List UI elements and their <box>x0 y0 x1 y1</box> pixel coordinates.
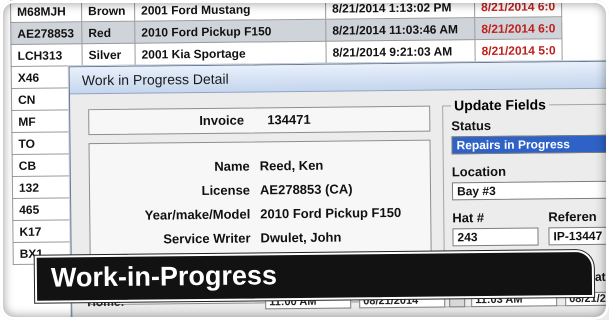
caption-text: Work-in-Progress <box>50 260 278 293</box>
reference-field[interactable]: IP-13447 <box>548 226 609 246</box>
hat-label: Hat # <box>452 210 485 226</box>
license-value: AE278853 (CA) <box>259 181 353 198</box>
tilted-content: M68MJH Brown 2001 Ford Mustang 8/21/2014 1:… <box>10 0 609 320</box>
date-out-cell: 8/21/2014 6:0 <box>474 0 562 18</box>
invoice-label: Invoice <box>199 112 245 129</box>
hat-field[interactable]: 243 <box>452 227 539 247</box>
license-label: License <box>201 182 251 199</box>
year-make-model-value: 2010 Ford Pickup F150 <box>260 204 402 222</box>
plate-cell: AE278853 <box>10 21 82 45</box>
vehicle-cell: 2001 Ford Mustang <box>134 0 326 22</box>
name-value: Reed, Ken <box>259 157 324 174</box>
year-make-model-label: Year/make/Model <box>144 206 251 223</box>
caption-banner: Work-in-Progress <box>34 249 595 303</box>
service-writer-label: Service Writer <box>163 230 251 247</box>
color-cell: Silver <box>81 43 136 66</box>
update-fields-title: Update Fields <box>451 96 550 114</box>
service-writer-value: Dwulet, John <box>260 229 342 246</box>
location-label: Location <box>451 163 507 180</box>
dialog-titlebar[interactable]: Work in Progress Detail <box>69 61 609 95</box>
location-field[interactable]: Bay #3 <box>451 180 609 201</box>
invoice-panel: Invoice 134471 <box>88 105 431 136</box>
dialog-title: Work in Progress Detail <box>81 70 229 89</box>
status-field[interactable]: Repairs in Progress <box>451 134 609 155</box>
color-cell: Red <box>81 21 135 44</box>
name-label: Name <box>214 158 250 174</box>
status-label: Status <box>451 117 492 134</box>
plate-cell: LCH313 <box>10 43 83 67</box>
reference-label: Referen <box>548 208 597 225</box>
invoice-number: 134471 <box>267 111 311 128</box>
date-in-cell: 8/21/2014 1:13:02 PM <box>325 0 475 20</box>
screenshot-stage: M68MJH Brown 2001 Ford Mustang 8/21/2014 1:… <box>0 0 609 320</box>
date-partial-label: ate <box>594 269 609 284</box>
date-in-cell: 8/21/2014 11:03:46 AM <box>325 17 475 42</box>
date-in-cell: 8/21/2014 9:21:03 AM <box>325 39 476 64</box>
plate-cell: M68MJH <box>10 0 82 23</box>
vehicle-cell: 2001 Kia Sportage <box>134 41 327 66</box>
color-cell: Brown <box>81 0 135 22</box>
date-out-cell: 8/21/2014 5:0 <box>474 38 563 62</box>
date-out-cell: 8/21/2014 6:0 <box>474 16 562 40</box>
vehicle-cell: 2010 Ford Pickup F150 <box>134 19 326 44</box>
